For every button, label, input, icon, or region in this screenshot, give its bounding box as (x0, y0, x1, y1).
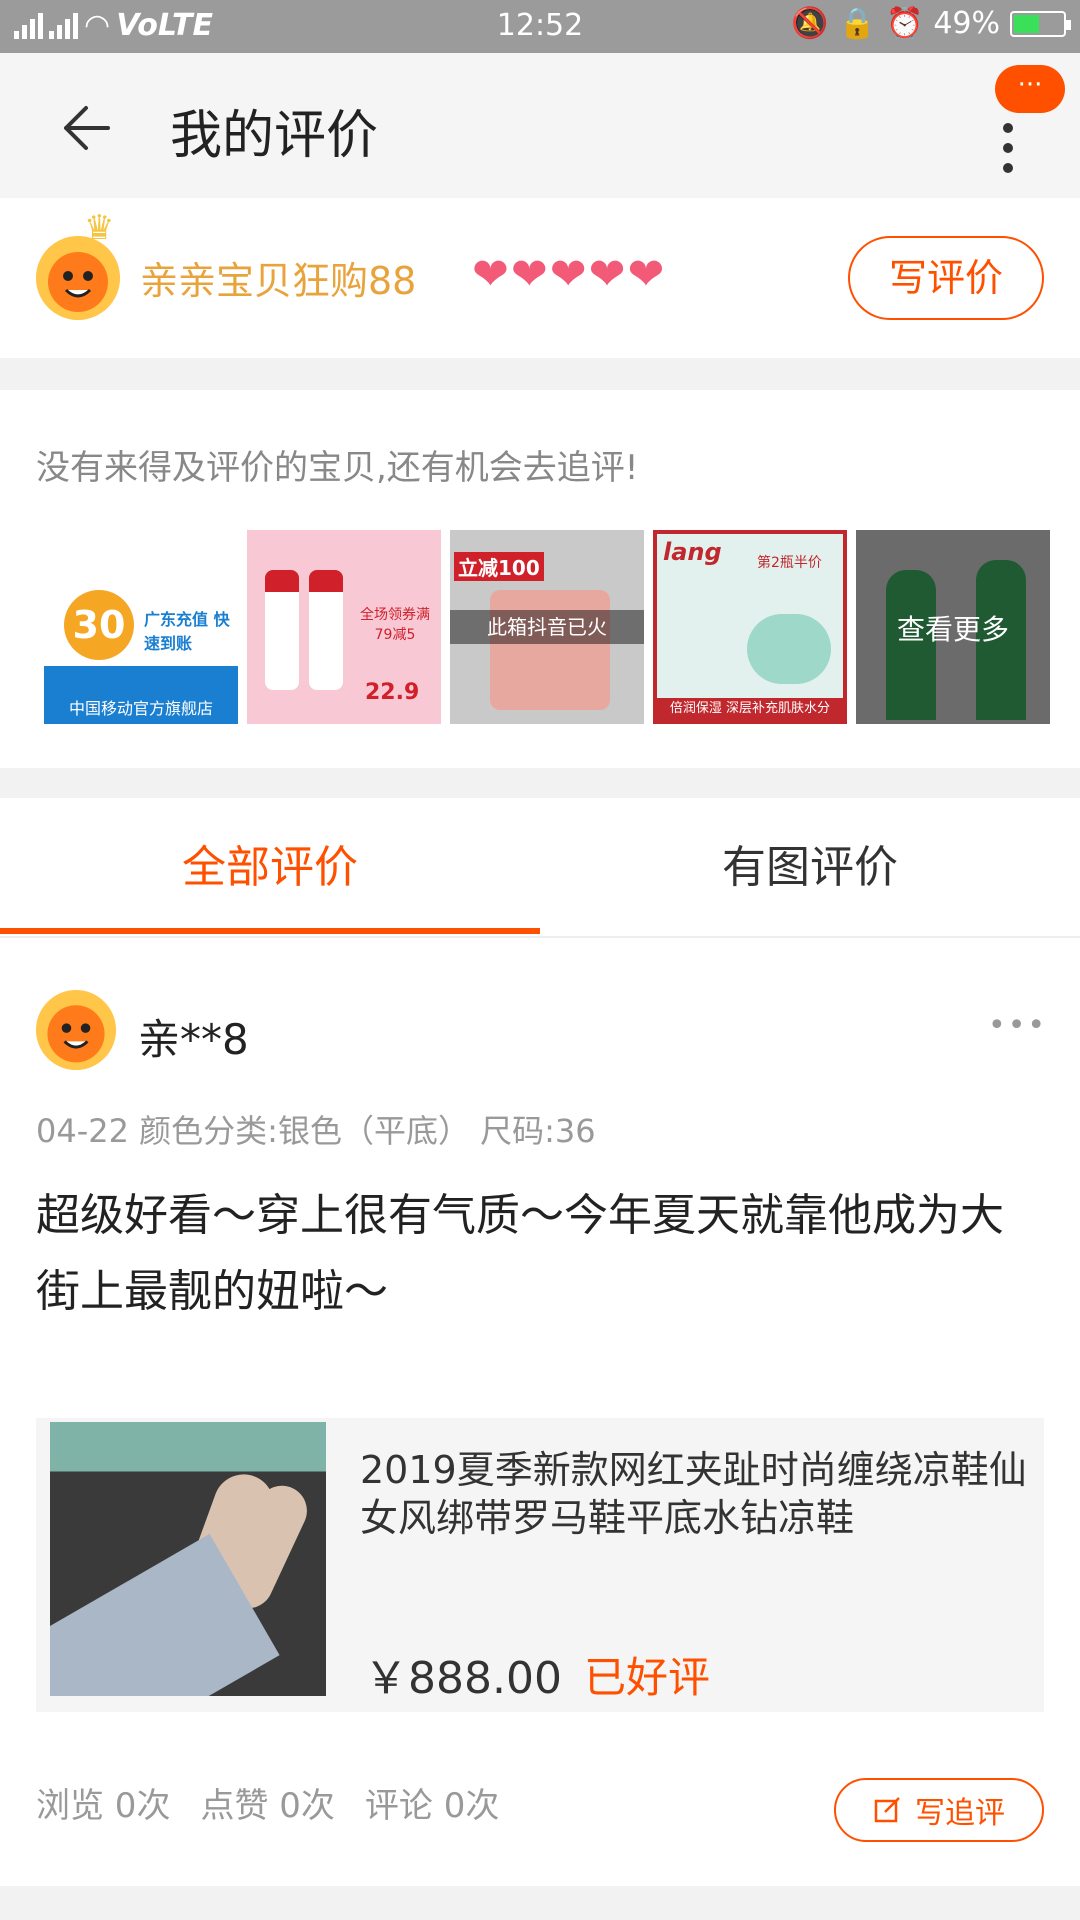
page-title: 我的评价 (170, 106, 379, 166)
cream-label: 倍润保湿 深层补充肌肤水分 (657, 698, 843, 720)
thumb-china-mobile[interactable]: 30 广东充值 快速到账 中国移动官方旗舰店 (44, 530, 238, 724)
china-mobile-label: 中国移动官方旗舰店 (68, 699, 213, 718)
avatar[interactable] (36, 236, 120, 320)
heart-icon: ❤ (588, 249, 626, 300)
review-status: 已好评 (584, 1653, 711, 1702)
active-tab-indicator (0, 928, 540, 934)
reviewer-name: 亲**8 (138, 1015, 249, 1064)
write-followup-button[interactable]: 写追评 (834, 1778, 1044, 1842)
review-tabs: 全部评价 有图评价 (0, 798, 1080, 938)
review-options-icon[interactable]: ••• (988, 1008, 1047, 1043)
user-card: ♛ 亲亲宝贝狂购88 ❤ ❤ ❤ ❤ ❤ 写评价 (0, 198, 1080, 358)
more-menu-button[interactable]: ··· (995, 65, 1065, 113)
thumb-suitcase[interactable]: 立减100 此箱抖音已火 (450, 530, 644, 724)
write-review-button[interactable]: 写评价 (848, 236, 1044, 320)
battery-percent: 49% (933, 6, 1000, 41)
pending-prompt: 没有来得及评价的宝贝,还有机会去追评! (36, 448, 639, 488)
suitcase-label: 此箱抖音已火 (450, 610, 644, 644)
views-count: 浏览 0次 (36, 1786, 171, 1826)
china-mobile-badge: 30 (64, 590, 134, 660)
heart-icon: ❤ (627, 249, 665, 300)
battery-icon (1010, 10, 1071, 37)
comments-count: 评论 0次 (364, 1786, 500, 1826)
sod-promo: 全场领券满79减5 (360, 607, 430, 643)
tab-photo-reviews[interactable]: 有图评价 (540, 798, 1080, 938)
heart-icon: ❤ (472, 249, 509, 300)
pending-thumbnails: 30 广东充值 快速到账 中国移动官方旗舰店 全场领券满79减5 22.9 立减… (44, 530, 1050, 724)
likes-count: 点赞 0次 (200, 1786, 335, 1826)
product-title: 2019夏季新款网红夹趾时尚缠绕凉鞋仙女风绑带罗马鞋平底水钻凉鞋 (360, 1448, 1027, 1540)
cream-brand: lang (663, 538, 722, 566)
username: 亲亲宝贝狂购88 (140, 259, 417, 303)
heart-icon: ❤ (510, 249, 548, 300)
see-more-label: 查看更多 (896, 613, 1009, 646)
thumb-cream[interactable]: lang 第2瓶半价 倍润保湿 深层补充肌肤水分 (653, 530, 847, 724)
reviewed-product[interactable]: 2019夏季新款网红夹趾时尚缠绕凉鞋仙女风绑带罗马鞋平底水钻凉鞋 ￥888.00… (36, 1418, 1044, 1712)
reputation-hearts: ❤ ❤ ❤ ❤ ❤ (472, 253, 664, 297)
sod-price: 22.9 (365, 680, 420, 705)
thumb-see-more[interactable]: 查看更多 (856, 530, 1050, 724)
review-meta: 04-22 颜色分类:银色（平底） 尺码:36 (36, 1112, 596, 1150)
review-stats: 浏览 0次 点赞 0次 评论 0次 (36, 1778, 499, 1827)
suitcase-tag: 立减100 (454, 552, 544, 581)
mascot-avatar-icon (36, 236, 120, 320)
mute-icon: 🔕 (791, 6, 829, 41)
product-image (50, 1422, 326, 1696)
app-header: 我的评价 ··· (0, 53, 1080, 198)
kebab-menu-icon[interactable] (1000, 123, 1016, 173)
review-card: 亲**8 ••• 04-22 颜色分类:银色（平底） 尺码:36 超级好看～穿上… (0, 938, 1080, 1886)
status-right: 🔕 🔒 ⏰ 49% (791, 6, 1071, 41)
back-arrow-icon[interactable] (56, 98, 116, 158)
tab-all-reviews[interactable]: 全部评价 (0, 798, 540, 938)
alarm-icon: ⏰ (885, 6, 924, 41)
crown-icon: ♛ (84, 208, 115, 248)
china-mobile-sub: 广东充值 快速到账 (144, 610, 230, 653)
heart-icon: ❤ (549, 249, 587, 300)
thumb-sod-lotion[interactable]: 全场领券满79减5 22.9 (247, 530, 441, 724)
write-followup-label: 写追评 (915, 1796, 1005, 1831)
mascot-avatar-icon (36, 990, 116, 1070)
review-text: 超级好看～穿上很有气质～今年夏天就靠他成为大街上最靓的妞啦～ (36, 1190, 1004, 1317)
status-bar: ◠ VoLTE 12:52 🔕 🔒 ⏰ 49% (0, 0, 1080, 53)
product-price: ￥888.00 (364, 1653, 562, 1704)
pending-reviews-card: 没有来得及评价的宝贝,还有机会去追评! 30 广东充值 快速到账 中国移动官方旗… (0, 390, 1080, 768)
lock-icon: 🔒 (838, 6, 876, 41)
cream-tag: 第2瓶半价 (757, 555, 822, 571)
reviewer-avatar[interactable] (36, 990, 116, 1070)
edit-icon (874, 1797, 900, 1823)
